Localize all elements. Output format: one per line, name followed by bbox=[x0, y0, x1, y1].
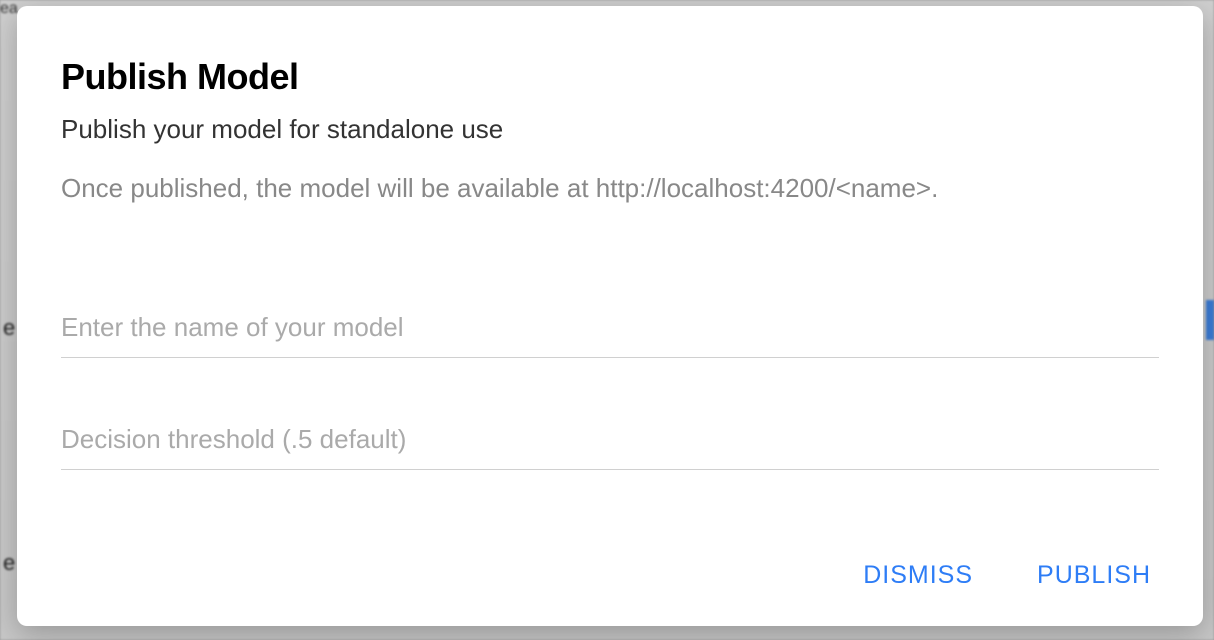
backdrop-text: e bbox=[3, 550, 15, 576]
dismiss-button[interactable]: DISMISS bbox=[859, 555, 977, 596]
backdrop-text: e bbox=[3, 315, 15, 341]
dialog-actions: DISMISS PUBLISH bbox=[61, 515, 1159, 596]
publish-model-dialog: Publish Model Publish your model for sta… bbox=[17, 6, 1203, 626]
backdrop-accent bbox=[1206, 300, 1214, 340]
dialog-description: Once published, the model will be availa… bbox=[61, 173, 1159, 204]
backdrop-text: ea bbox=[0, 0, 18, 18]
decision-threshold-input[interactable] bbox=[61, 416, 1159, 470]
publish-button[interactable]: PUBLISH bbox=[1033, 555, 1155, 596]
model-name-input[interactable] bbox=[61, 304, 1159, 358]
dialog-title: Publish Model bbox=[61, 56, 1159, 98]
dialog-subtitle: Publish your model for standalone use bbox=[61, 114, 1159, 145]
